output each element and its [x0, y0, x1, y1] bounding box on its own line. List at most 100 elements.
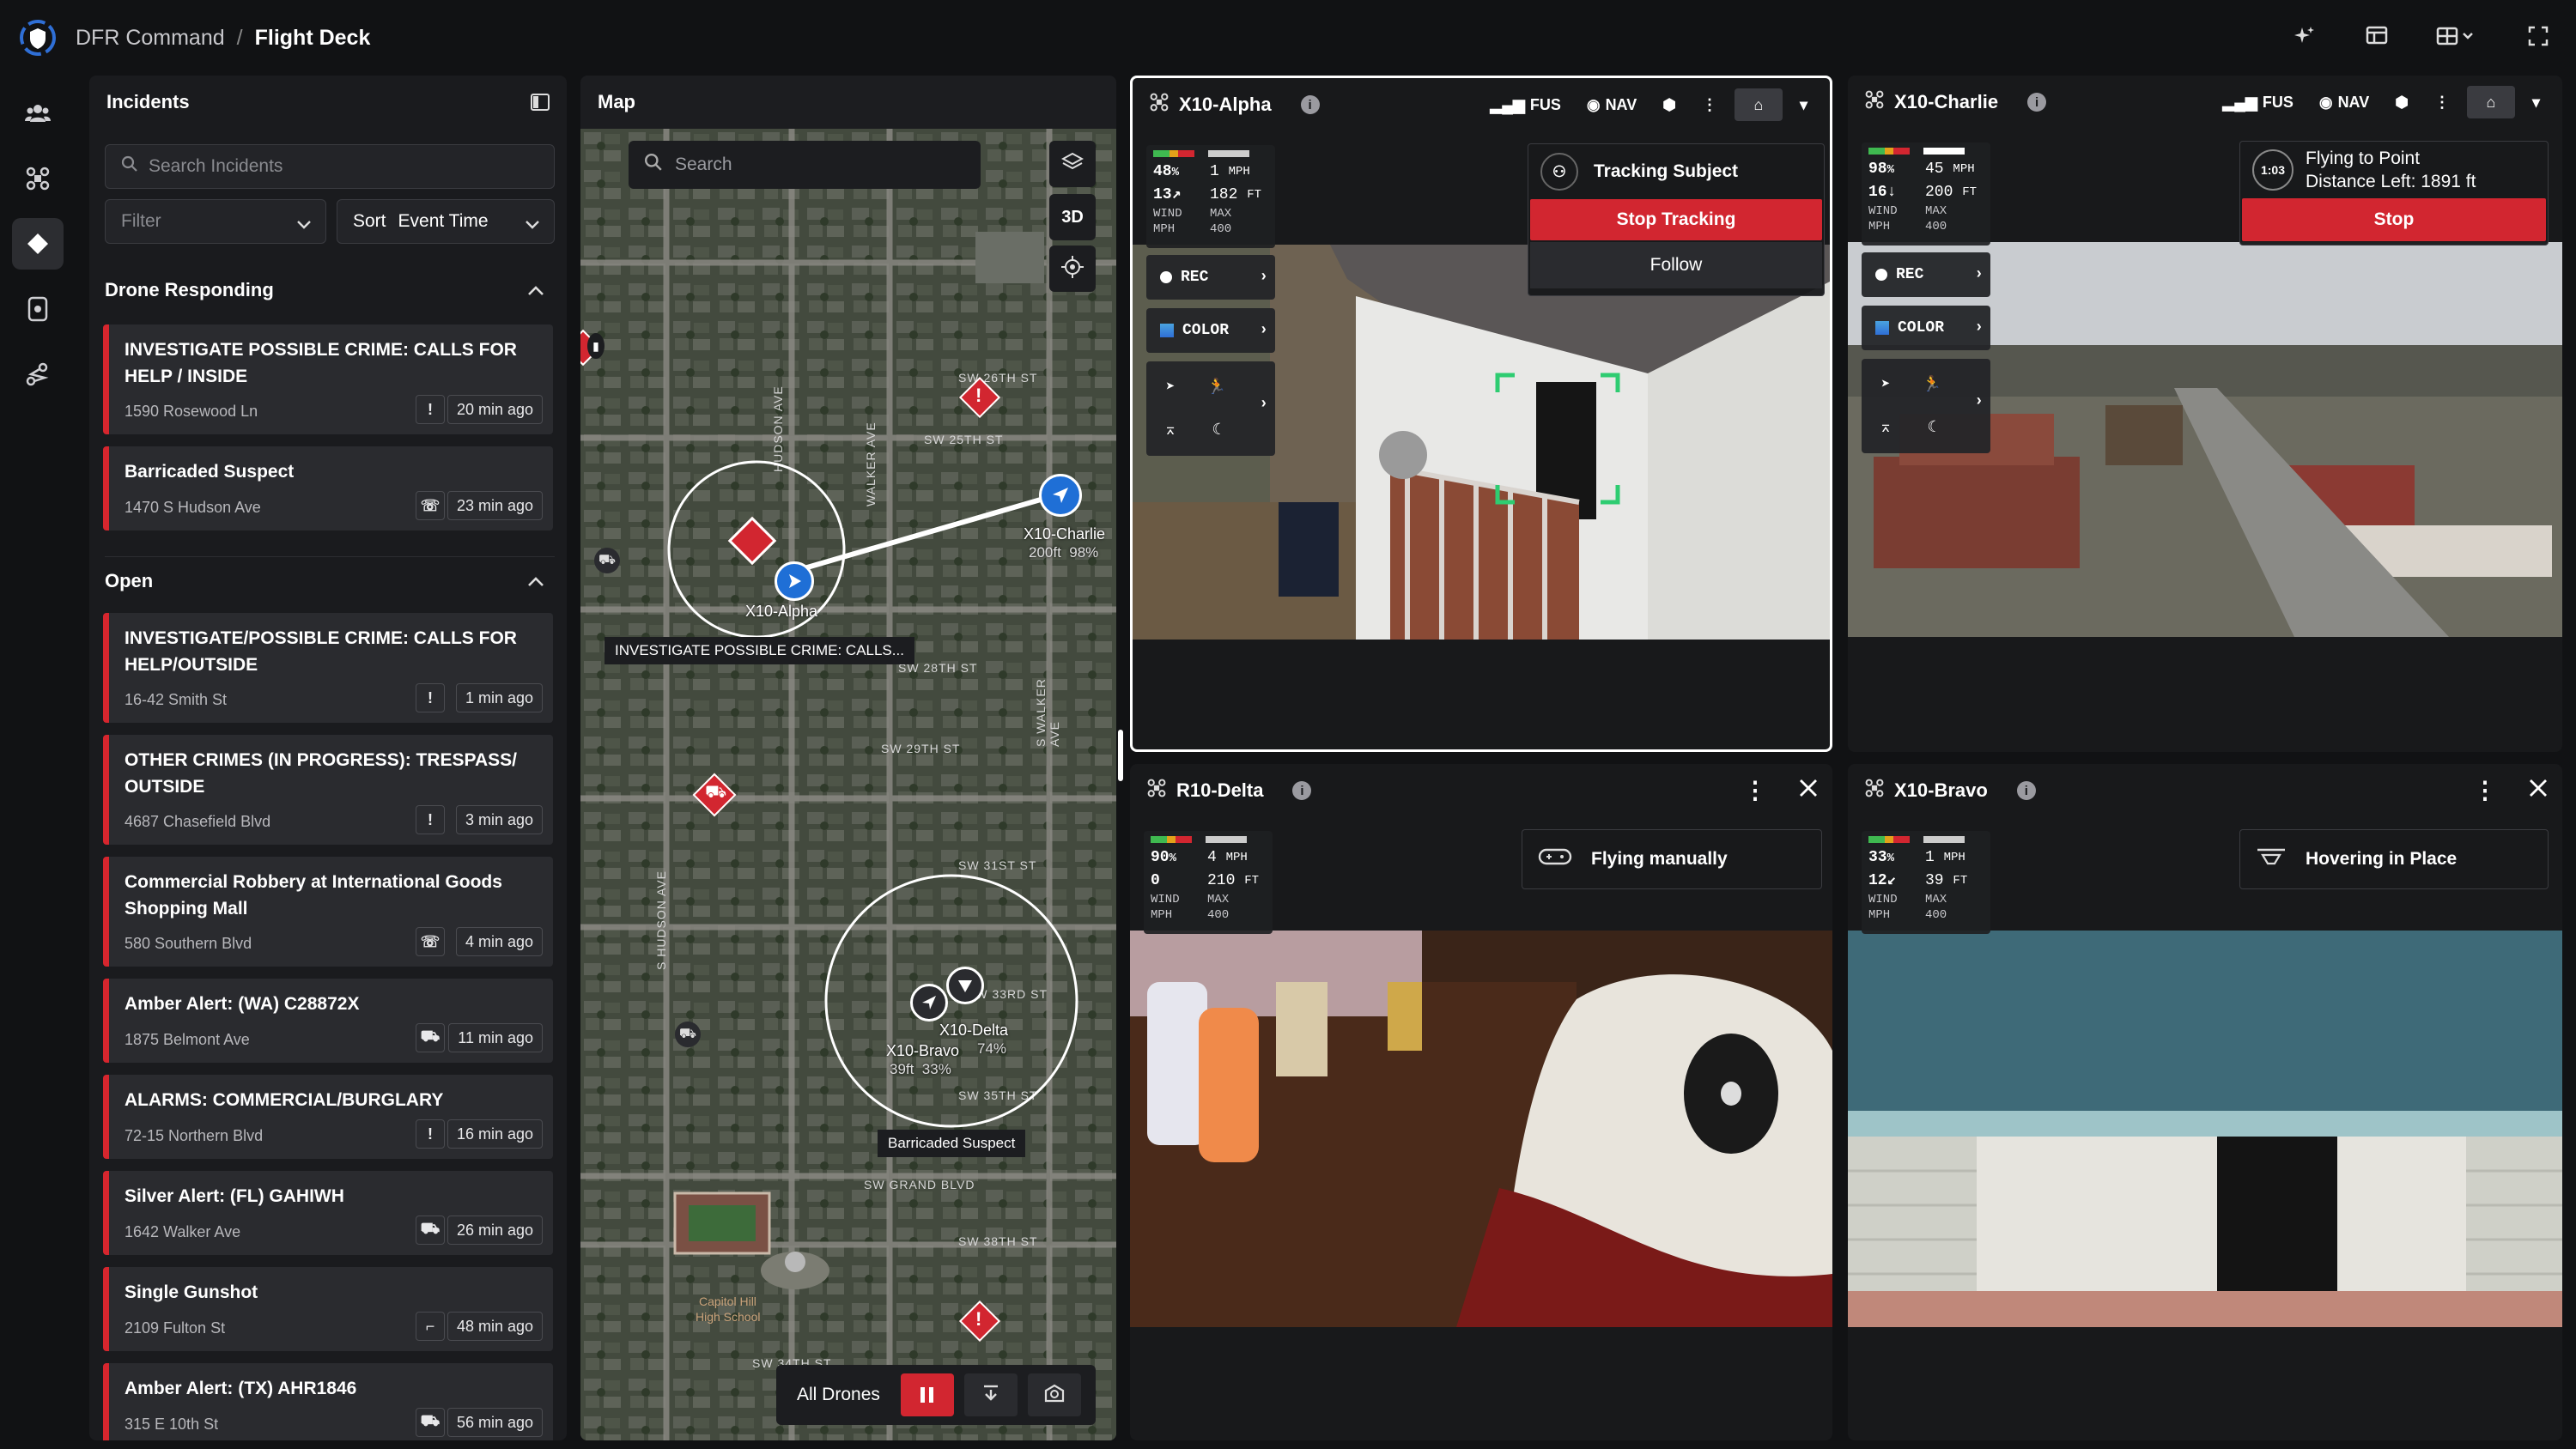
dropdown-button[interactable]: ▾ — [2524, 86, 2549, 118]
incident-card[interactable]: Single Gunshot 2109 Fulton St ⌐ 48 min ago — [103, 1267, 553, 1351]
grid-view-dropdown-icon[interactable] — [2432, 19, 2483, 53]
rec-label: REC — [1181, 269, 1209, 286]
breadcrumb-app[interactable]: DFR Command — [76, 26, 225, 50]
tracking-status: ⚇ Tracking Subject Stop Tracking Follow — [1528, 143, 1825, 296]
satellite-map[interactable]: Search 3D SW 26TH ST SW 29TH ST SW 31ST … — [580, 129, 1116, 1440]
incident-callout-alpha[interactable]: INVESTIGATE POSSIBLE CRIME: CALLS... — [605, 637, 914, 664]
filter-select[interactable]: Filter — [105, 199, 326, 244]
wind-value: 0 — [1151, 872, 1160, 889]
stop-button[interactable]: Stop — [2242, 198, 2546, 241]
vehicle-marker[interactable]: ⛟ — [594, 548, 620, 573]
drone-marker-delta[interactable] — [946, 967, 984, 1004]
track-person-icon[interactable]: 🏃 — [1915, 375, 1949, 394]
info-icon[interactable]: i — [2027, 93, 2047, 112]
vehicle-marker[interactable]: ⛟ — [675, 1022, 701, 1047]
record-button[interactable]: REC › — [1862, 252, 1990, 297]
video-tile-charlie[interactable]: X10-Charlie i ▂▄▆ FUS ◉ NAV ⬢ ⋮ ⌂ ▾ 98% 45 … — [1848, 76, 2562, 752]
dock-icon[interactable] — [12, 283, 64, 335]
close-icon[interactable] — [1798, 778, 1819, 803]
incident-card[interactable]: INVESTIGATE POSSIBLE CRIME: CALLS FOR HE… — [103, 324, 553, 434]
kebab-icon[interactable]: ⋮ — [2473, 776, 2497, 804]
drone-icon[interactable] — [12, 153, 64, 204]
pointer-icon[interactable]: ➤ — [1153, 378, 1188, 397]
info-icon[interactable]: i — [1300, 95, 1320, 114]
more-menu-button[interactable]: ⋮ — [2426, 86, 2458, 118]
ai-sparkle-icon[interactable] — [2287, 19, 2322, 53]
layout-icon[interactable] — [2360, 19, 2394, 53]
route-icon[interactable] — [12, 349, 64, 400]
incident-card[interactable]: INVESTIGATE/POSSIBLE CRIME: CALLS FOR HE… — [103, 613, 553, 723]
incident-card[interactable]: ALARMS: COMMERCIAL/BURGLARY 72-15 Norther… — [103, 1075, 553, 1159]
fullscreen-icon[interactable] — [2521, 19, 2555, 53]
drone-marker-charlie[interactable] — [1039, 474, 1082, 517]
drone-marker-bravo[interactable] — [910, 984, 948, 1022]
more-menu-button[interactable]: ⋮ — [1693, 88, 1726, 121]
exclamation-icon: ! — [975, 385, 982, 406]
chevron-right-icon[interactable]: › — [1974, 393, 1984, 410]
binoculars-icon: ⚇ — [1540, 153, 1578, 191]
video-tile-alpha[interactable]: X10-Alpha i ▂▄▆ FUS ◉ NAV ⬢ ⋮ ⌂ ▾ 48% 1 … — [1130, 76, 1832, 752]
chevron-right-icon[interactable]: › — [1259, 396, 1268, 413]
incident-card[interactable]: Silver Alert: (FL) GAHIWH 1642 Walker Ave… — [103, 1171, 553, 1255]
record-button[interactable]: REC › — [1146, 255, 1275, 300]
incident-card[interactable]: Amber Alert: (WA) C28872X 1875 Belmont Av… — [103, 979, 553, 1063]
waypoint-button[interactable]: ⬢ — [2386, 86, 2417, 118]
drone-marker-alpha[interactable] — [775, 561, 814, 601]
incident-card[interactable]: Amber Alert: (TX) AHR1846 315 E 10th St ⛟ 5… — [103, 1363, 553, 1440]
speed-bar — [1206, 836, 1247, 843]
incident-search-input[interactable]: Search Incidents — [105, 144, 555, 189]
night-mode-icon[interactable]: ☾ — [1915, 418, 1949, 437]
incident-callout-barricaded[interactable]: Barricaded Suspect — [878, 1130, 1026, 1157]
battery-unit: % — [1886, 852, 1895, 865]
app-logo-icon[interactable] — [19, 19, 57, 57]
color-mode-button[interactable]: COLOR › — [1146, 308, 1275, 353]
pointer-icon[interactable]: ➤ — [1868, 375, 1903, 394]
drone-stats-delta: 74% — [977, 1040, 1007, 1057]
stop-tracking-button[interactable]: Stop Tracking — [1530, 199, 1822, 240]
section-drone-responding[interactable]: Drone Responding — [105, 266, 555, 314]
altitude-unit: FT — [1244, 874, 1260, 888]
incident-card[interactable]: OTHER CRIMES (IN PROGRESS): TRESPASS/ OU… — [103, 735, 553, 845]
info-icon[interactable]: i — [2016, 781, 2036, 800]
kebab-icon[interactable]: ⋮ — [1743, 776, 1767, 804]
incident-card[interactable]: Barricaded Suspect 1470 S Hudson Ave ☏ 23 m… — [103, 446, 553, 530]
drone-label-delta: X10-Delta — [939, 1022, 1009, 1039]
dock-button[interactable]: ⌂ — [2466, 86, 2515, 118]
section-open[interactable]: Open — [105, 556, 555, 604]
panel-resize-handle[interactable] — [1118, 730, 1123, 781]
land-all-button[interactable] — [963, 1373, 1018, 1416]
incident-address: 315 E 10th St — [125, 1416, 219, 1433]
map-3d-button[interactable]: 3D — [1049, 194, 1096, 240]
incident-address: 16-42 Smith St — [125, 691, 228, 708]
follow-button[interactable]: Follow — [1530, 242, 1822, 288]
incident-card[interactable]: Commercial Robbery at International Good… — [103, 857, 553, 967]
map-search-input[interactable]: Search — [629, 141, 981, 189]
dock-button[interactable]: ⌂ — [1734, 88, 1783, 121]
sort-select[interactable]: Sort Event Time — [337, 199, 555, 244]
flight-deck-icon[interactable] — [12, 218, 64, 270]
close-icon[interactable] — [2528, 778, 2549, 803]
map-title: Map — [598, 91, 635, 112]
pause-all-button[interactable] — [900, 1373, 954, 1416]
team-icon[interactable] — [12, 88, 64, 139]
color-mode-button[interactable]: COLOR › — [1862, 306, 1990, 350]
camera-feed[interactable] — [1130, 931, 1832, 1327]
info-icon[interactable]: i — [1292, 781, 1312, 800]
chevron-up-icon — [527, 280, 544, 302]
gimbal-icon[interactable]: ⌅ — [1153, 421, 1188, 440]
map-locate-button[interactable] — [1049, 246, 1096, 292]
dropdown-button[interactable]: ▾ — [1791, 88, 1816, 121]
map-layers-button[interactable] — [1049, 141, 1096, 187]
incident-title: Amber Alert: (TX) AHR1846 — [125, 1379, 357, 1398]
track-person-icon[interactable]: 🏃 — [1200, 378, 1234, 397]
gimbal-icon[interactable]: ⌅ — [1868, 418, 1903, 437]
all-drones-button[interactable]: All Drones — [787, 1385, 890, 1405]
collapse-panel-icon[interactable] — [531, 93, 550, 117]
camera-feed[interactable] — [1848, 931, 2562, 1327]
chevron-right-icon: › — [1259, 269, 1268, 286]
return-to-dock-button[interactable] — [1027, 1373, 1081, 1416]
waypoint-button[interactable]: ⬢ — [1654, 88, 1685, 121]
night-mode-icon[interactable]: ☾ — [1200, 421, 1234, 440]
video-tile-delta[interactable]: R10-Delta i ⋮ 90% 4 MPH 0 210 FT WIND MAX M… — [1130, 764, 1832, 1440]
video-tile-bravo[interactable]: X10-Bravo i ⋮ 33% 1 MPH 12↙ 39 FT WIND MAX … — [1848, 764, 2562, 1440]
